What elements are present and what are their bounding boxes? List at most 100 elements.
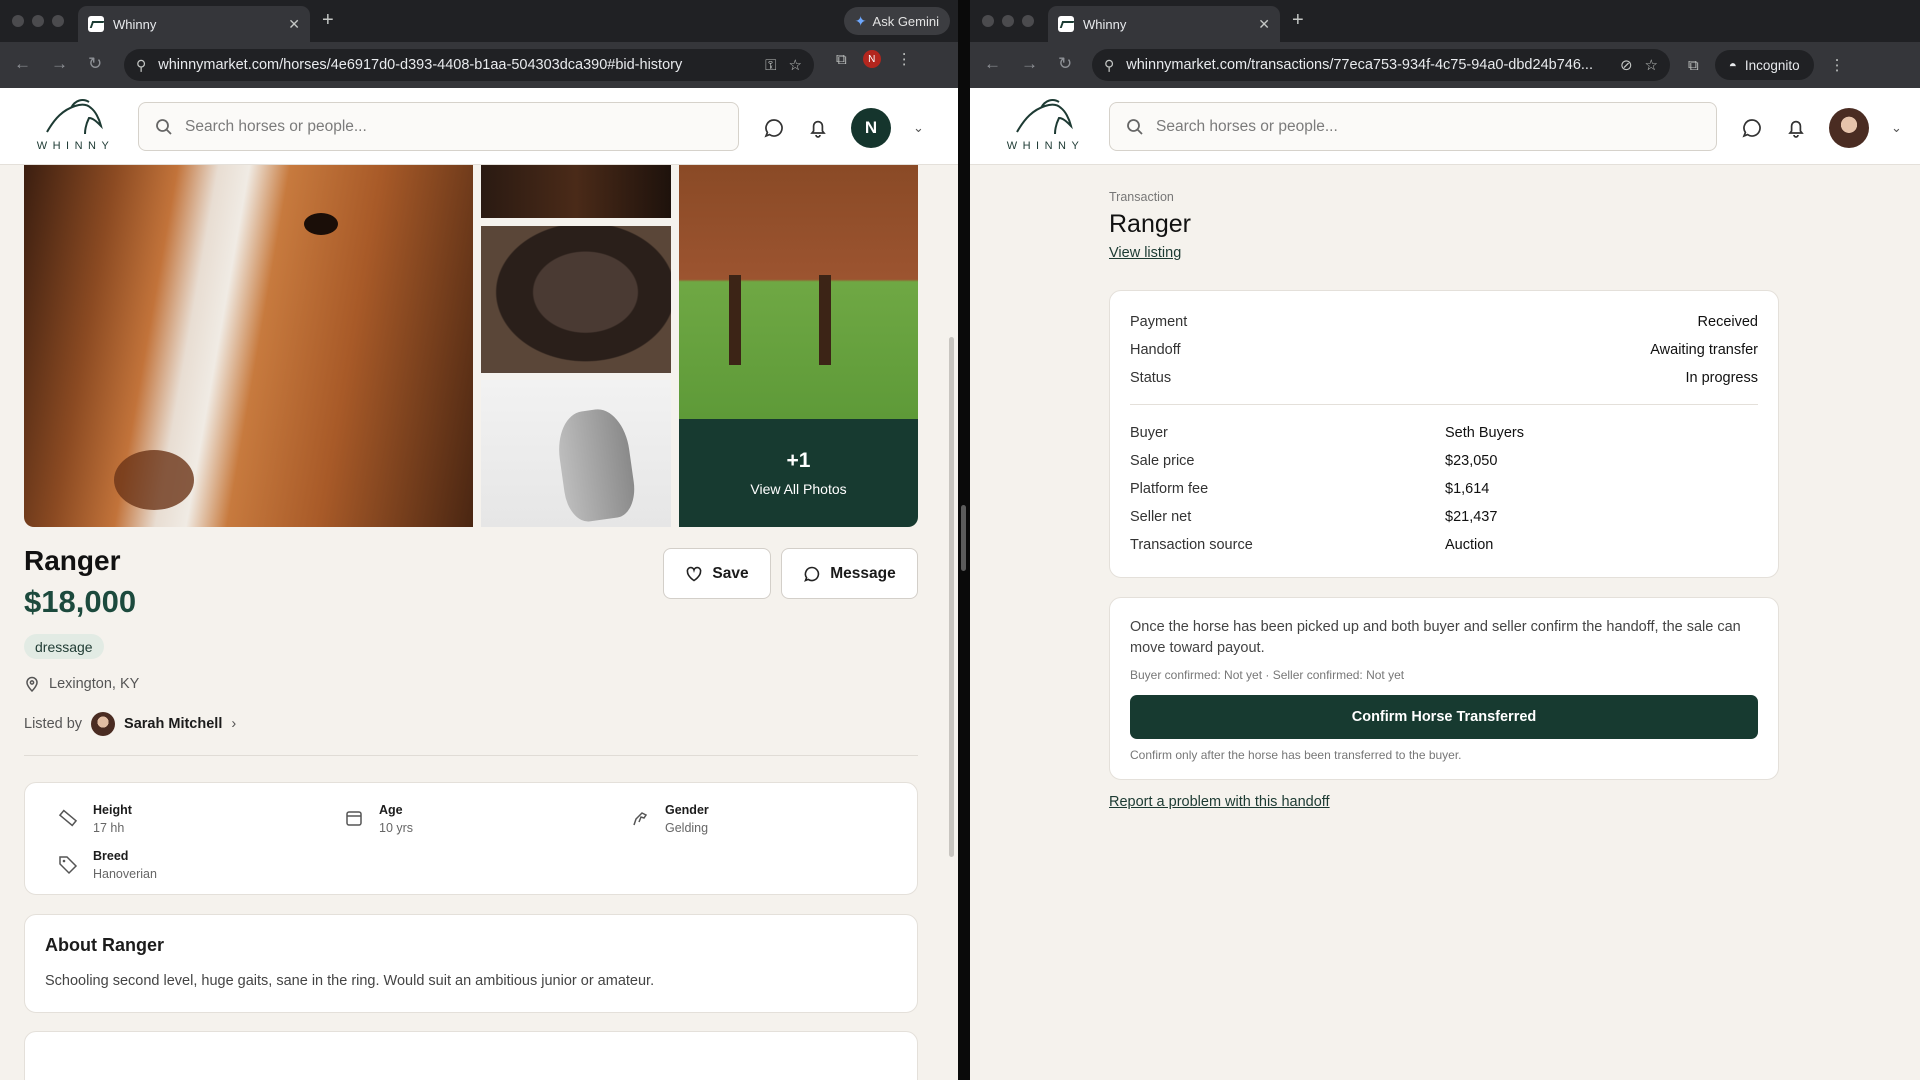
stat-label: Age — [379, 803, 403, 817]
chevron-right-icon: › — [231, 716, 237, 732]
stat-height: Height 17 hh — [57, 803, 132, 835]
reload-icon[interactable]: ↻ — [88, 54, 102, 74]
key-icon[interactable]: ⚿ — [765, 57, 776, 74]
star-icon[interactable]: ☆ — [1645, 56, 1658, 74]
search-bar[interactable]: Search horses or people... — [1109, 102, 1717, 151]
extensions-icon[interactable]: ⧉ — [1688, 57, 1699, 74]
chevron-down-icon[interactable]: ⌄ — [913, 120, 924, 136]
handoff-status: Awaiting transfer — [1650, 342, 1758, 358]
forward-icon[interactable]: → — [51, 54, 68, 74]
gallery-photo[interactable] — [481, 165, 671, 218]
tab-close-icon[interactable]: ✕ — [1258, 16, 1270, 33]
browser-tab[interactable]: Whinny ✕ — [78, 6, 310, 42]
horse-icon — [633, 812, 648, 826]
handoff-note: Once the horse has been picked up and bo… — [1130, 619, 1741, 657]
chat-icon[interactable] — [1741, 117, 1763, 139]
whinny-logo[interactable]: WHINNY — [996, 96, 1090, 158]
back-icon[interactable]: ← — [14, 54, 31, 74]
view-all-photos-button[interactable]: +1 View All Photos — [679, 419, 918, 527]
stat-label: Height — [93, 803, 132, 817]
tab-title: Whinny — [1083, 16, 1127, 32]
stat-value: 17 hh — [93, 821, 125, 835]
site-info-icon[interactable]: ⚲ — [1104, 57, 1114, 74]
star-icon[interactable]: ☆ — [789, 56, 802, 74]
calendar-icon — [346, 811, 362, 826]
back-icon[interactable]: ← — [984, 54, 1001, 74]
gallery-photo[interactable] — [679, 165, 918, 419]
confirmation-status: Buyer confirmed: Not yet · Seller confir… — [1130, 668, 1405, 683]
message-button[interactable]: Message — [781, 548, 918, 599]
view-listing-link[interactable]: View listing — [1109, 245, 1181, 261]
sale-price: $23,050 — [1445, 453, 1498, 469]
platform-fee: $1,614 — [1445, 481, 1490, 497]
chat-icon[interactable] — [763, 117, 785, 139]
new-tab-icon[interactable]: + — [322, 9, 334, 32]
view-all-photos-label: View All Photos — [750, 481, 847, 497]
browser-window-left: Whinny ✕ + ✦ Ask Gemini ← → ↻ ⚲ whinnyma… — [0, 0, 958, 1080]
url-bar[interactable]: ⚲ whinnymarket.com/transactions/77eca753… — [1092, 49, 1670, 81]
row-label: Seller net — [1130, 509, 1192, 525]
new-tab-icon[interactable]: + — [1292, 9, 1304, 32]
menu-icon[interactable]: ⋮ — [1830, 56, 1845, 74]
forward-icon[interactable]: → — [1021, 54, 1038, 74]
more-photos-count: +1 — [786, 449, 811, 472]
address-toolbar: ← → ↻ ⚲ whinnymarket.com/horses/4e6917d0… — [0, 42, 958, 88]
stat-label: Breed — [93, 849, 129, 863]
confirm-horse-transferred-button[interactable]: Confirm Horse Transferred — [1130, 695, 1758, 740]
tab-close-icon[interactable]: ✕ — [288, 16, 300, 33]
save-button[interactable]: Save — [663, 548, 771, 599]
chat-icon — [804, 566, 820, 582]
site-info-icon[interactable]: ⚲ — [136, 57, 146, 74]
incognito-badge[interactable]: ◓ Incognito — [1714, 50, 1814, 80]
search-input[interactable]: Search horses or people... — [185, 118, 367, 136]
seller-link[interactable]: Listed by Sarah Mitchell › — [24, 712, 236, 736]
whinny-favicon — [88, 16, 104, 32]
reload-icon[interactable]: ↻ — [1058, 54, 1072, 74]
url-bar[interactable]: ⚲ whinnymarket.com/horses/4e6917d0-d393-… — [124, 49, 814, 81]
site-header: WHINNY Search horses or people... ⌄ — [970, 88, 1920, 165]
horse-price: $18,000 — [24, 584, 137, 619]
profile-icon[interactable]: N — [862, 50, 881, 68]
ruler-icon — [58, 809, 78, 827]
gallery-photo[interactable] — [481, 226, 671, 373]
whinny-logo[interactable]: WHINNY — [26, 96, 120, 158]
transaction-source: Auction — [1445, 537, 1494, 553]
user-avatar[interactable] — [1829, 108, 1869, 148]
browser-tab[interactable]: Whinny ✕ — [1048, 6, 1280, 42]
search-bar[interactable]: Search horses or people... — [138, 102, 739, 151]
payment-row: Payment Received — [1130, 308, 1758, 336]
menu-icon[interactable]: ⋮ — [897, 50, 912, 68]
location: Lexington, KY — [24, 676, 139, 692]
window-controls[interactable] — [982, 15, 1034, 27]
ask-gemini-label: Ask Gemini — [872, 13, 939, 29]
user-avatar[interactable]: N — [851, 108, 891, 148]
bell-icon[interactable] — [1785, 117, 1807, 139]
status-row: Status In progress — [1130, 364, 1758, 392]
address-toolbar: ← → ↻ ⚲ whinnymarket.com/transactions/77… — [970, 42, 1920, 88]
main-photo[interactable] — [24, 165, 473, 527]
row-label: Platform fee — [1130, 481, 1209, 497]
listed-by-label: Listed by — [24, 716, 83, 732]
transaction-summary-card: Payment Received Handoff Awaiting transfer… — [1109, 290, 1779, 578]
bell-icon[interactable] — [807, 117, 829, 139]
window-controls[interactable] — [12, 15, 64, 27]
ask-gemini-button[interactable]: ✦ Ask Gemini — [843, 7, 950, 35]
transaction-title: Ranger — [1109, 210, 1191, 238]
bid-history-card — [24, 1031, 918, 1080]
chevron-down-icon[interactable]: ⌄ — [1891, 120, 1902, 136]
scrollbar[interactable] — [949, 337, 954, 857]
buyer-row: Buyer Seth Buyers — [1130, 419, 1758, 447]
extensions-icon[interactable]: ⧉ — [836, 51, 847, 68]
stat-gender: Gender Gelding — [629, 803, 709, 835]
seller-net-row: Seller net $21,437 — [1130, 503, 1758, 531]
report-problem-link[interactable]: Report a problem with this handoff — [1109, 794, 1330, 810]
discipline-tag: dressage — [24, 634, 104, 659]
window-divider[interactable] — [958, 0, 970, 1080]
eye-off-icon[interactable]: ⊘ — [1620, 56, 1633, 74]
save-label: Save — [712, 564, 749, 582]
search-input[interactable]: Search horses or people... — [1156, 118, 1338, 136]
buyer-name: Seth Buyers — [1445, 425, 1524, 441]
stat-value: Hanoverian — [93, 867, 157, 881]
seller-name: Sarah Mitchell — [124, 716, 223, 732]
gallery-photo[interactable] — [481, 380, 671, 527]
